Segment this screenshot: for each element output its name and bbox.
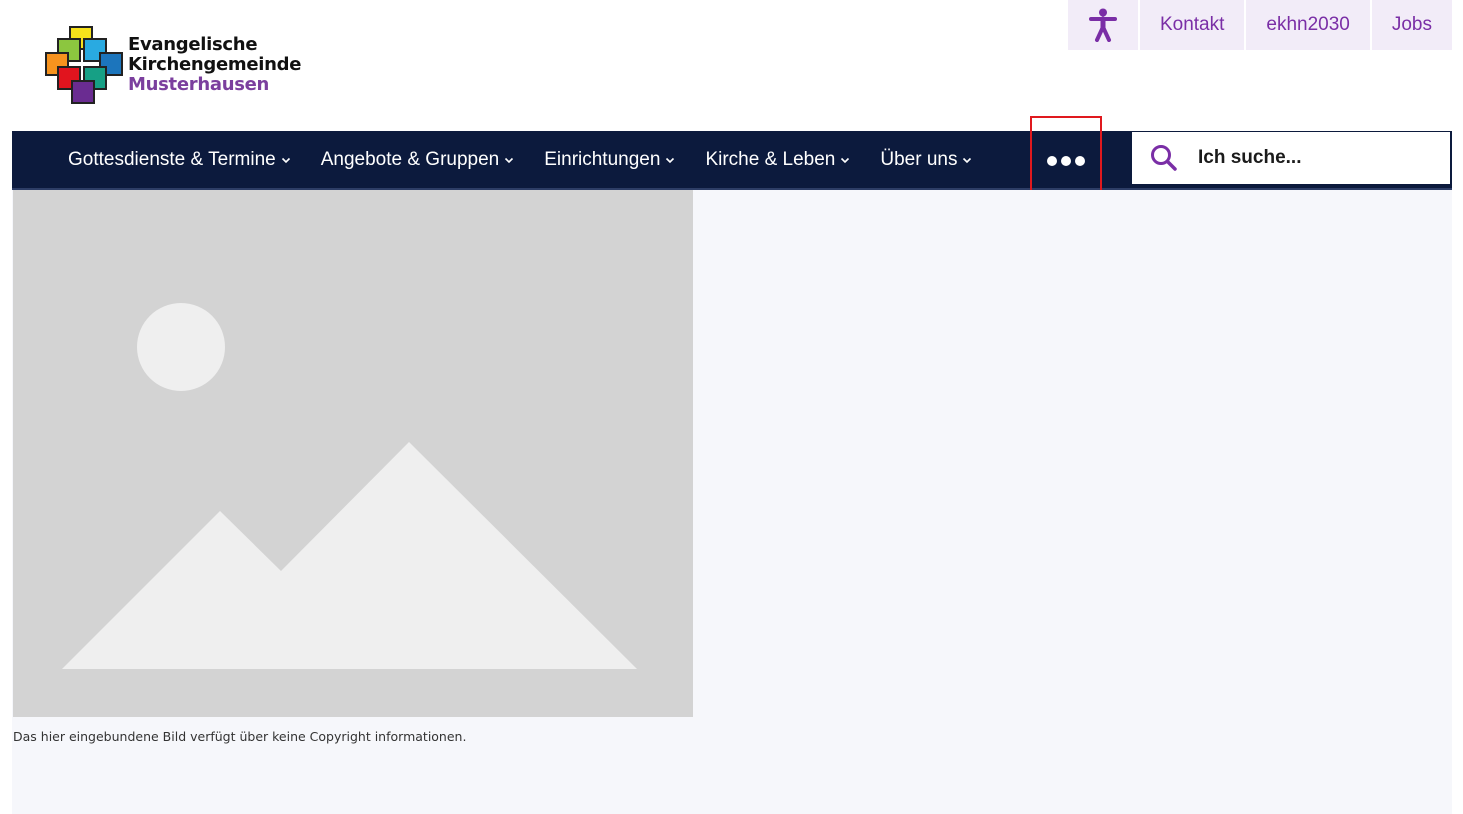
logo-line-2: Kirchengemeinde bbox=[128, 54, 302, 75]
nav-item-gottesdienste[interactable]: Gottesdienste & Termine bbox=[68, 149, 291, 171]
chevron-down-icon bbox=[841, 157, 850, 163]
main-navigation: Gottesdienste & Termine Angebote & Grupp… bbox=[12, 116, 1452, 206]
top-link-ekhn2030[interactable]: ekhn2030 bbox=[1246, 0, 1370, 50]
nav-item-angebote[interactable]: Angebote & Gruppen bbox=[321, 149, 515, 171]
top-link-kontakt[interactable]: Kontakt bbox=[1139, 0, 1245, 50]
nav-item-label: Kirche & Leben bbox=[705, 148, 836, 170]
ellipsis-icon bbox=[1061, 156, 1071, 166]
accessibility-button[interactable] bbox=[1067, 0, 1138, 50]
search-box[interactable] bbox=[1132, 132, 1450, 184]
accessibility-person-icon bbox=[1088, 8, 1117, 42]
church-logo-icon bbox=[45, 26, 123, 104]
logo-line-1: Evangelische bbox=[128, 34, 258, 55]
nav-item-label: Gottesdienste & Termine bbox=[68, 148, 276, 170]
image-placeholder-icon bbox=[62, 303, 637, 669]
nav-item-kirche-leben[interactable]: Kirche & Leben bbox=[705, 149, 850, 171]
nav-item-label: Einrichtungen bbox=[544, 148, 661, 170]
nav-item-ueber-uns[interactable]: Über uns bbox=[880, 149, 972, 171]
search-input[interactable] bbox=[1196, 146, 1440, 170]
top-utility-links: Kontakt ekhn2030 Jobs bbox=[1067, 0, 1452, 50]
logo-text: Evangelische Kirchengemeinde Musterhause… bbox=[128, 35, 301, 95]
chevron-down-icon bbox=[963, 157, 972, 163]
ellipsis-icon bbox=[1047, 156, 1057, 166]
logo-line-3: Musterhausen bbox=[128, 74, 270, 95]
image-copyright-caption: Das hier eingebundene Bild verfügt über … bbox=[13, 729, 467, 744]
nav-item-label: Über uns bbox=[880, 148, 958, 170]
nav-item-label: Angebote & Gruppen bbox=[320, 148, 500, 170]
page: Evangelische Kirchengemeinde Musterhause… bbox=[0, 0, 1463, 814]
nav-items: Gottesdienste & Termine Angebote & Grupp… bbox=[68, 131, 1002, 188]
ellipsis-icon bbox=[1075, 156, 1085, 166]
image-placeholder bbox=[13, 190, 693, 717]
chevron-down-icon bbox=[281, 157, 290, 163]
main-content: Das hier eingebundene Bild verfügt über … bbox=[12, 190, 1452, 814]
search-icon[interactable] bbox=[1150, 144, 1178, 172]
top-link-jobs[interactable]: Jobs bbox=[1371, 0, 1452, 50]
chevron-down-icon bbox=[666, 157, 675, 163]
chevron-down-icon bbox=[505, 157, 514, 163]
site-logo[interactable]: Evangelische Kirchengemeinde Musterhause… bbox=[44, 25, 314, 105]
nav-item-einrichtungen[interactable]: Einrichtungen bbox=[544, 149, 675, 171]
